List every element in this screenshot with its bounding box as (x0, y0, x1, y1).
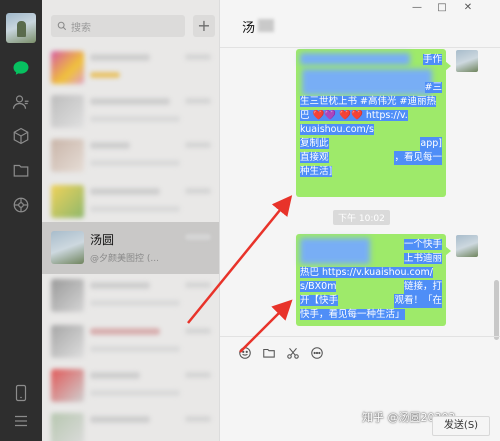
message-line: 种生活] (300, 166, 333, 177)
list-item-time (185, 328, 211, 334)
avatar (51, 231, 84, 264)
scissors-icon[interactable] (286, 346, 300, 360)
moments-icon[interactable] (10, 194, 32, 216)
bubble-icon[interactable] (310, 346, 324, 360)
folder-icon[interactable] (262, 346, 276, 360)
list-item-time (185, 54, 211, 60)
chat-pane: 汤 — □ ✕ 手作 #三 生三世枕上书 #高伟光 #迪丽热 巴 ❤️💜 ❤️❤… (219, 0, 500, 441)
chat-header: 汤 — □ ✕ (220, 0, 500, 48)
emoji-icon[interactable] (238, 346, 252, 360)
list-item-name (90, 328, 160, 335)
message-line: 快手，看见每一种生活」 (300, 309, 405, 320)
list-item[interactable] (42, 130, 219, 182)
contacts-icon[interactable] (10, 91, 32, 113)
avatar (51, 95, 84, 128)
message-bubble[interactable]: 一个快手 上书迪丽 热巴 https://v.kuaishou.com/ s/B… (296, 234, 451, 326)
chat-icon[interactable] (10, 57, 32, 79)
search-placeholder: 搜索 (71, 22, 91, 34)
message-line: 热巴 https://v.kuaishou.com/ (300, 267, 433, 278)
message-line: 巴 ❤️💜 ❤️❤️ https://v. (300, 110, 408, 121)
list-item-name (90, 54, 150, 61)
profile-avatar[interactable] (6, 13, 36, 43)
message-line: 观看！「在 (394, 294, 442, 308)
files-icon[interactable] (10, 159, 32, 181)
scrollbar[interactable] (494, 280, 499, 340)
list-item-name (90, 372, 140, 379)
message-line: 复制此 (300, 138, 329, 149)
avatar (51, 185, 84, 218)
message-line: 链接，打 (403, 280, 442, 294)
message-line: 开【快手 (300, 295, 339, 306)
sidebar-rail (0, 0, 42, 441)
avatar (51, 413, 84, 441)
redacted-name (258, 19, 274, 32)
list-item-preview (90, 300, 180, 306)
message-line: 生三世枕上书 #高伟光 #迪丽热 (300, 96, 436, 107)
list-item-preview (90, 346, 180, 352)
conversation-list: 搜索 + 汤圆 @夕颜美图控 (... (42, 0, 219, 441)
message-line: s/BX0m (300, 281, 337, 292)
search-input[interactable]: 搜索 (51, 15, 185, 37)
favorites-icon[interactable] (10, 125, 32, 147)
search-icon (57, 21, 67, 31)
list-item-name (90, 142, 130, 149)
phone-icon[interactable] (10, 382, 32, 404)
list-item-preview (90, 206, 180, 212)
message-bubble[interactable]: 手作 #三 生三世枕上书 #高伟光 #迪丽热 巴 ❤️💜 ❤️❤️ https:… (296, 49, 451, 197)
send-button[interactable]: 发送(S) (432, 416, 490, 436)
list-item[interactable] (42, 270, 219, 322)
message-line: ，看见每一 (394, 151, 442, 165)
input-toolbar (238, 346, 324, 360)
message-line: 手作 (422, 54, 442, 65)
message-line: 直接观 (300, 152, 329, 163)
list-item-time (185, 282, 211, 288)
avatar (51, 279, 84, 312)
list-item-time (185, 416, 211, 422)
list-item-time (185, 98, 211, 104)
message-line: app] (420, 137, 442, 151)
avatar (51, 51, 84, 84)
maximize-button[interactable]: □ (435, 2, 449, 13)
list-item-preview (90, 116, 180, 122)
list-item[interactable] (42, 404, 219, 441)
close-button[interactable]: ✕ (461, 2, 475, 13)
list-item-preview: @夕颜美图控 (... (90, 254, 159, 264)
list-item-preview (90, 390, 180, 396)
list-item-preview (90, 160, 180, 166)
avatar (51, 325, 84, 358)
list-item-time (185, 372, 211, 378)
list-item-time (185, 142, 211, 148)
my-avatar[interactable] (456, 50, 478, 72)
list-item-selected[interactable]: 汤圆 @夕颜美图控 (... (42, 222, 219, 274)
list-item-time (185, 188, 211, 194)
add-chat-button[interactable]: + (193, 15, 215, 37)
list-item[interactable] (42, 176, 219, 228)
message-line: 一个快手 (403, 239, 442, 250)
list-item-name: 汤圆 (90, 233, 115, 247)
avatar (51, 369, 84, 402)
message-timestamp: 下午 10:02 (333, 210, 390, 225)
my-avatar[interactable] (456, 235, 478, 257)
list-item-name (90, 416, 150, 423)
message-line: #三 (424, 82, 442, 93)
list-item-preview (90, 72, 120, 78)
chat-title: 汤 (242, 21, 256, 36)
avatar (51, 139, 84, 172)
message-line: 上书迪丽 (403, 253, 442, 264)
list-item-name (90, 188, 160, 195)
list-item-name (90, 98, 170, 105)
list-item-name (90, 282, 150, 289)
menu-icon[interactable] (10, 410, 32, 432)
list-item-time (185, 234, 211, 240)
message-line: kuaishou.com/s (300, 124, 374, 135)
minimize-button[interactable]: — (410, 2, 424, 13)
